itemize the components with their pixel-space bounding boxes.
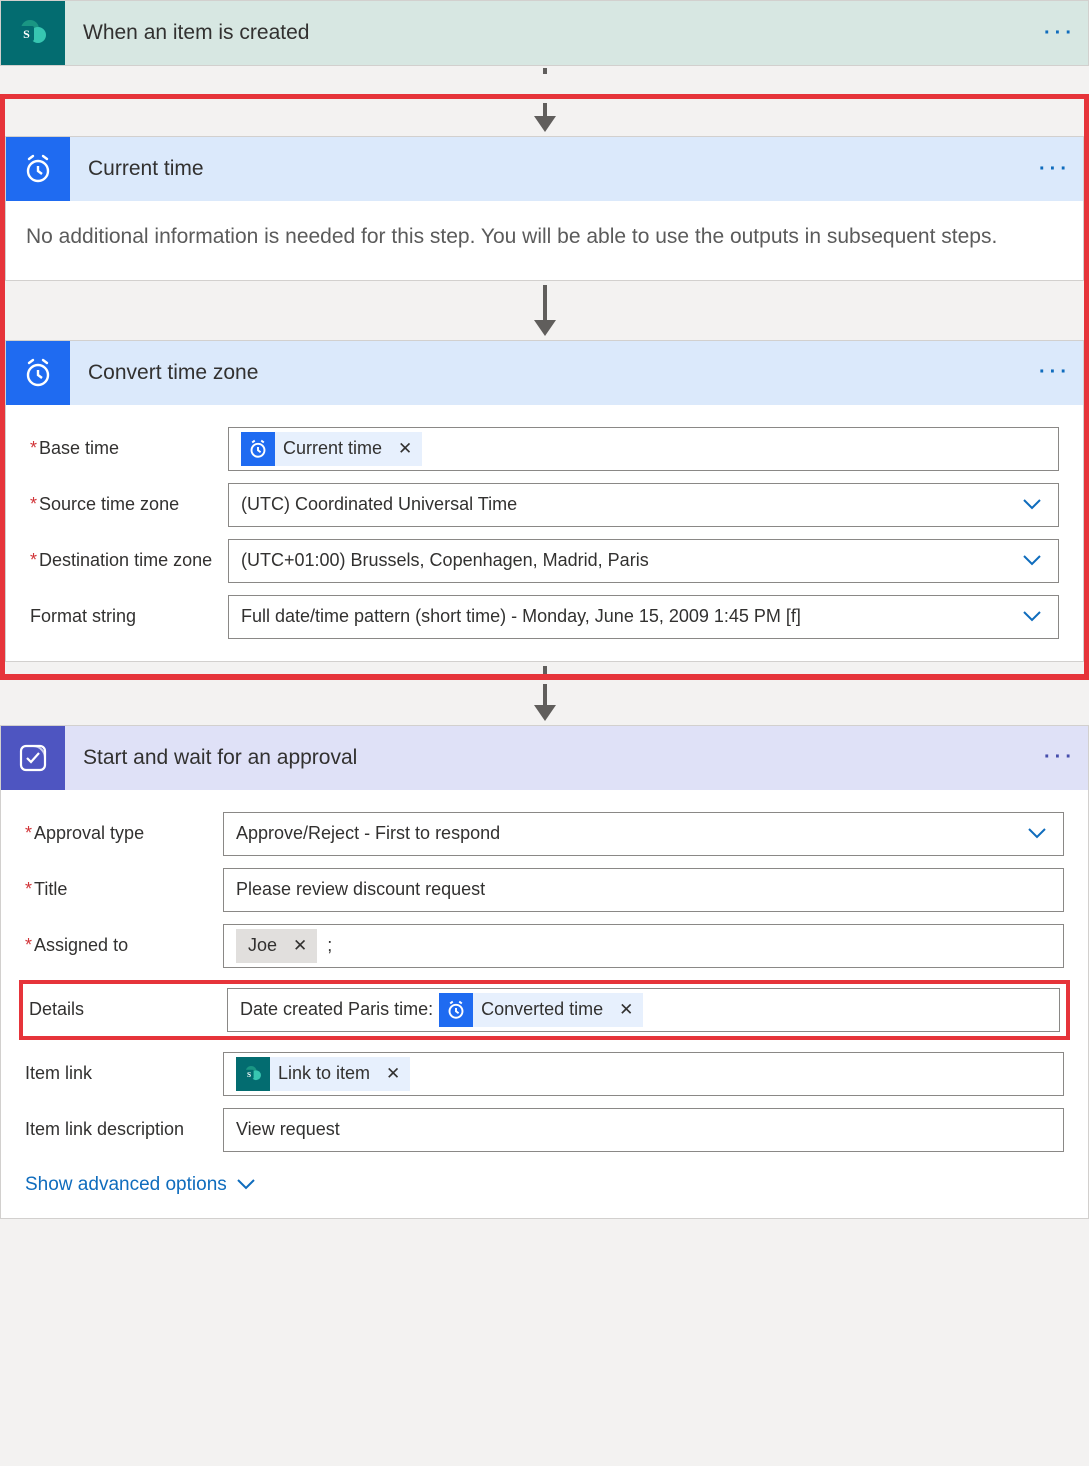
approval-type-value: Approve/Reject - First to respond <box>236 823 500 844</box>
show-advanced-options-toggle[interactable]: Show advanced options <box>25 1174 255 1196</box>
source-tz-select[interactable]: (UTC) Coordinated Universal Time <box>228 483 1059 527</box>
current-time-card: Current time ··· No additional informati… <box>5 136 1084 281</box>
chevron-down-icon <box>1014 550 1050 571</box>
item-link-desc-field[interactable]: View request <box>223 1108 1064 1152</box>
dest-tz-select[interactable]: (UTC+01:00) Brussels, Copenhagen, Madrid… <box>228 539 1059 583</box>
chevron-down-icon <box>237 1179 255 1190</box>
svg-text:S: S <box>247 1070 251 1079</box>
trigger-header[interactable]: S When an item is created ··· <box>1 1 1088 65</box>
approval-title-value: Please review discount request <box>236 879 485 900</box>
item-link-desc-value: View request <box>236 1119 340 1140</box>
source-tz-value: (UTC) Coordinated Universal Time <box>241 494 517 515</box>
token-label: Converted time <box>481 999 603 1020</box>
approval-title-label: *Title <box>25 879 223 900</box>
assigned-to-label: *Assigned to <box>25 935 223 956</box>
clock-icon <box>6 137 70 201</box>
token-label: Link to item <box>278 1063 370 1084</box>
convert-timezone-header[interactable]: Convert time zone ··· <box>6 341 1083 405</box>
token-remove-icon[interactable]: ✕ <box>398 439 412 459</box>
details-field[interactable]: Date created Paris time: Converted time … <box>227 988 1060 1032</box>
details-label: Details <box>29 999 227 1020</box>
item-link-desc-label: Item link description <box>25 1119 223 1140</box>
approval-type-label: *Approval type <box>25 823 223 844</box>
svg-text:S: S <box>23 27 30 41</box>
convert-timezone-card: Convert time zone ··· *Base time <box>5 340 1084 662</box>
format-string-label: Format string <box>30 606 228 627</box>
chevron-down-icon <box>1014 606 1050 627</box>
approval-title-field[interactable]: Please review discount request <box>223 868 1064 912</box>
current-time-title: Current time <box>70 157 1027 181</box>
token-current-time[interactable]: Current time ✕ <box>241 432 422 466</box>
connector-arrow <box>0 680 1089 725</box>
approval-card: Start and wait for an approval ··· *Appr… <box>0 725 1089 1219</box>
connector-arrow <box>5 662 1084 674</box>
ellipsis-icon: ··· <box>1044 22 1076 44</box>
highlight-box-details: Details Date created Paris time: Convert… <box>19 980 1070 1040</box>
connector-arrow <box>0 66 1089 94</box>
item-link-label: Item link <box>25 1063 223 1084</box>
token-person[interactable]: Joe ✕ <box>236 929 317 963</box>
source-tz-label: *Source time zone <box>30 494 228 515</box>
dest-tz-value: (UTC+01:00) Brussels, Copenhagen, Madrid… <box>241 550 649 571</box>
approval-menu-button[interactable]: ··· <box>1032 746 1088 769</box>
current-time-menu-button[interactable]: ··· <box>1027 158 1083 181</box>
ellipsis-icon: ··· <box>1039 361 1071 383</box>
base-time-label: *Base time <box>30 438 228 459</box>
clock-icon <box>6 341 70 405</box>
convert-timezone-menu-button[interactable]: ··· <box>1027 361 1083 384</box>
ellipsis-icon: ··· <box>1039 158 1071 180</box>
token-remove-icon[interactable]: ✕ <box>386 1064 400 1084</box>
current-time-message: No additional information is needed for … <box>6 201 1083 280</box>
approval-icon <box>1 726 65 790</box>
chevron-down-icon <box>1019 823 1055 844</box>
token-link-to-item[interactable]: S Link to item ✕ <box>236 1057 410 1091</box>
sharepoint-icon: S <box>236 1057 270 1091</box>
format-string-select[interactable]: Full date/time pattern (short time) - Mo… <box>228 595 1059 639</box>
ellipsis-icon: ··· <box>1044 746 1076 768</box>
connector-arrow <box>5 281 1084 340</box>
base-time-field[interactable]: Current time ✕ <box>228 427 1059 471</box>
connector-arrow <box>5 99 1084 136</box>
chevron-down-icon <box>1014 494 1050 515</box>
highlight-box-main: Current time ··· No additional informati… <box>0 94 1089 680</box>
current-time-header[interactable]: Current time ··· <box>6 137 1083 201</box>
advanced-label: Show advanced options <box>25 1174 227 1196</box>
token-label: Joe <box>248 935 277 956</box>
clock-icon <box>241 432 275 466</box>
convert-timezone-title: Convert time zone <box>70 361 1027 385</box>
details-text: Date created Paris time: <box>240 999 433 1020</box>
token-label: Current time <box>283 438 382 459</box>
sharepoint-icon: S <box>1 1 65 65</box>
trigger-card: S When an item is created ··· <box>0 0 1089 66</box>
approval-type-select[interactable]: Approve/Reject - First to respond <box>223 812 1064 856</box>
token-remove-icon[interactable]: ✕ <box>293 936 307 956</box>
clock-icon <box>439 993 473 1027</box>
approval-header[interactable]: Start and wait for an approval ··· <box>1 726 1088 790</box>
format-string-value: Full date/time pattern (short time) - Mo… <box>241 606 801 627</box>
approval-title: Start and wait for an approval <box>65 746 1032 770</box>
token-remove-icon[interactable]: ✕ <box>619 1000 633 1020</box>
item-link-field[interactable]: S Link to item ✕ <box>223 1052 1064 1096</box>
token-converted-time[interactable]: Converted time ✕ <box>439 993 643 1027</box>
trigger-menu-button[interactable]: ··· <box>1032 22 1088 45</box>
trigger-title: When an item is created <box>65 21 1032 45</box>
separator: ; <box>327 935 332 956</box>
dest-tz-label: *Destination time zone <box>30 550 228 571</box>
assigned-to-field[interactable]: Joe ✕ ; <box>223 924 1064 968</box>
